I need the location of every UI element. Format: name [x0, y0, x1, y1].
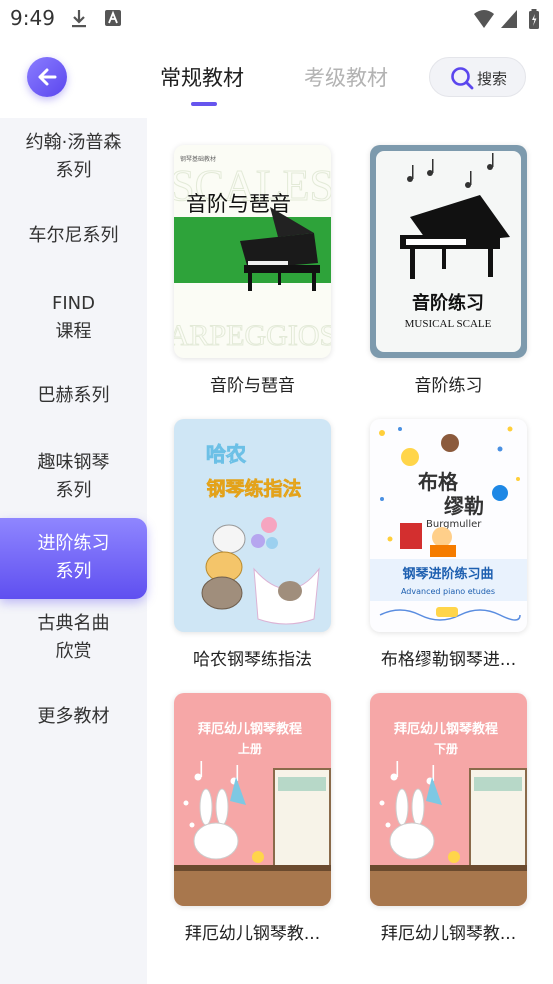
book-cover: 音阶练习 MUSICAL SCALE — [370, 145, 527, 358]
cover-bg-word: ARPEGGIOS — [174, 319, 331, 352]
cover-artwork: SCALES ARPEGGIOS 钢琴基础教材 音阶与琶音 — [174, 155, 331, 353]
search-icon — [451, 67, 474, 90]
sidebar-item-label: 巴赫系列 — [37, 385, 110, 406]
wifi-icon — [473, 9, 495, 33]
sidebar-item-label: 系列 — [55, 561, 92, 582]
category-sidebar: 约翰·汤普森 系列 车尔尼系列 FIND 课程 巴赫系列 趣味钢琴 系列 进阶练… — [0, 118, 147, 984]
cover-heading: 音阶练习 — [412, 292, 484, 314]
arrow-left-icon — [38, 68, 57, 86]
book-cover: 拜厄幼儿钢琴教程 上册 — [174, 693, 331, 906]
sidebar-item-find-course[interactable]: FIND 课程 — [0, 290, 147, 346]
cover-heading: 布格 — [418, 470, 459, 494]
cover-artwork: 哈农 钢琴练指法 — [201, 442, 320, 625]
bunny-illustration-icon — [389, 777, 442, 860]
status-bar: 9:49 — [0, 0, 553, 38]
sidebar-item-label: 车尔尼系列 — [28, 225, 119, 246]
sidebar-item-label: 欣赏 — [55, 641, 92, 662]
sidebar-item-fun-piano[interactable]: 趣味钢琴 系列 — [0, 449, 147, 505]
book-title: 音阶练习 — [414, 376, 483, 396]
sidebar-item-label: 约翰·汤普森 — [25, 132, 122, 153]
sidebar-item-czerny[interactable]: 车尔尼系列 — [0, 222, 147, 250]
book-cover: SCALES ARPEGGIOS 钢琴基础教材 音阶与琶音 — [174, 145, 331, 358]
cover-heading: 上册 — [238, 741, 262, 756]
sidebar-item-classical-pieces[interactable]: 古典名曲 欣赏 — [0, 610, 147, 666]
notification-a-icon — [104, 9, 122, 31]
cover-banner-sub: Advanced piano etudes — [401, 587, 495, 596]
sidebar-item-label: 古典名曲 — [37, 613, 110, 634]
cover-heading: 缪勒 — [444, 494, 484, 518]
battery-icon — [528, 9, 540, 33]
book-title: 布格缪勒钢琴进... — [380, 650, 517, 670]
cover-heading: 拜厄幼儿钢琴教程 — [198, 721, 302, 737]
sidebar-item-bach[interactable]: 巴赫系列 — [0, 382, 147, 410]
cover-heading: 下册 — [434, 742, 458, 756]
sidebar-item-label: 系列 — [55, 480, 92, 501]
active-tab-indicator — [191, 102, 217, 106]
sidebar-item-more-textbooks[interactable]: 更多教材 — [0, 703, 147, 731]
bunny-illustration-icon — [193, 777, 246, 860]
tab-regular-textbooks[interactable]: 常规教材 — [160, 62, 244, 92]
sidebar-item-label: 趣味钢琴 — [37, 452, 110, 473]
book-cover: 哈农 钢琴练指法 — [174, 419, 331, 632]
cover-artwork: 布格 缪勒 Burgmuller 钢琴进阶练习曲 Advanced piano … — [370, 426, 527, 621]
cover-banner: 钢琴进阶练习曲 — [402, 566, 493, 582]
sidebar-item-label: 更多教材 — [37, 706, 110, 727]
status-time: 9:49 — [10, 6, 55, 30]
book-title: 拜厄幼儿钢琴教... — [184, 924, 321, 944]
cover-artwork: 音阶练习 MUSICAL SCALE — [376, 151, 521, 352]
cover-subheading: MUSICAL SCALE — [405, 318, 492, 330]
book-title: 音阶与琶音 — [210, 376, 295, 396]
sidebar-item-john-thompson[interactable]: 约翰·汤普森 系列 — [0, 129, 147, 185]
sidebar-item-label: 进阶练习 — [37, 533, 110, 554]
cover-artwork: 拜厄幼儿钢琴教程 下册 — [370, 721, 527, 906]
book-title: 哈农钢琴练指法 — [193, 650, 312, 670]
sidebar-item-label: 系列 — [55, 160, 92, 181]
cover-heading: 钢琴练指法 — [206, 477, 301, 500]
sidebar-item-advanced-practice[interactable]: 进阶练习 系列 — [0, 518, 147, 599]
search-label: 搜索 — [477, 70, 508, 88]
download-icon — [70, 9, 88, 33]
cover-heading: 哈农 — [206, 442, 246, 466]
sidebar-item-label: FIND — [52, 293, 95, 314]
book-cover: 布格 缪勒 Burgmuller 钢琴进阶练习曲 Advanced piano … — [370, 419, 527, 632]
cover-heading: 拜厄幼儿钢琴教程 — [394, 721, 498, 737]
search-button[interactable]: 搜索 — [429, 57, 526, 97]
cats-illustration-icon — [201, 517, 320, 625]
top-header: 常规教材 考级教材 搜索 — [0, 38, 553, 118]
book-cover: 拜厄幼儿钢琴教程 下册 — [370, 693, 527, 906]
book-title: 拜厄幼儿钢琴教... — [380, 924, 517, 944]
cover-top-label: 钢琴基础教材 — [180, 155, 216, 163]
sidebar-item-label: 课程 — [55, 321, 92, 342]
cover-latin: Burgmuller — [426, 519, 482, 530]
cover-artwork: 拜厄幼儿钢琴教程 上册 — [174, 721, 331, 906]
signal-icon — [500, 9, 518, 33]
tab-grade-exam-textbooks[interactable]: 考级教材 — [304, 62, 388, 92]
back-button[interactable] — [27, 57, 67, 97]
